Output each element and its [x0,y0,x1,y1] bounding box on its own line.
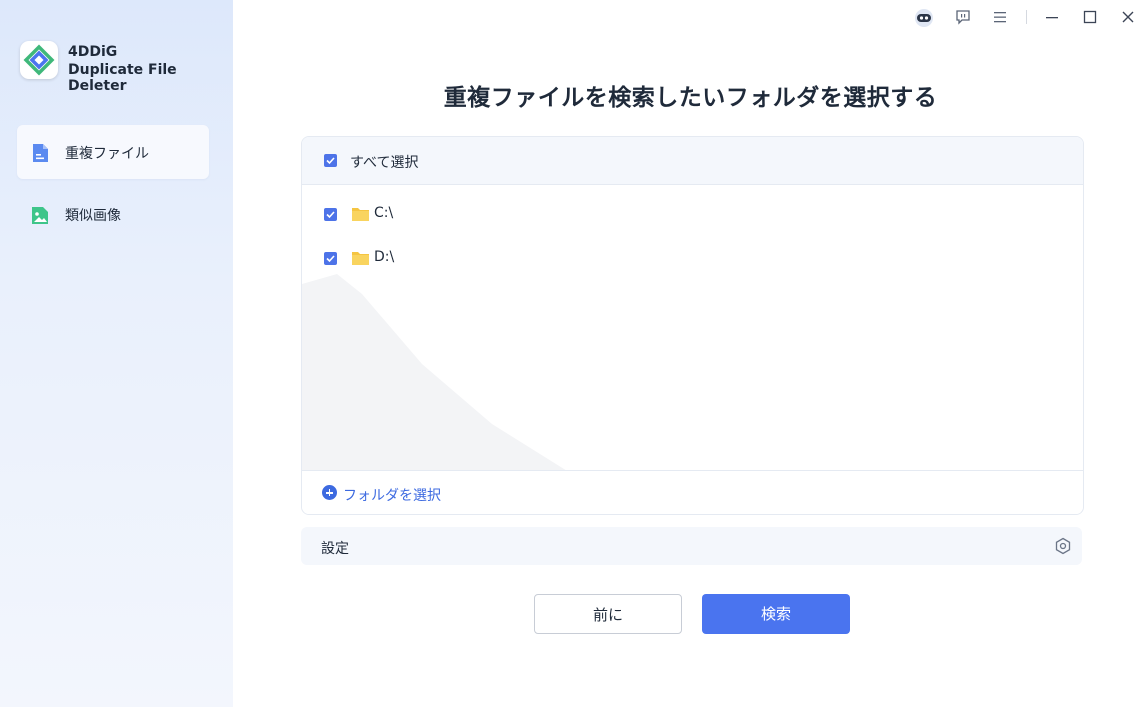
gear-icon[interactable] [1054,537,1072,555]
page-title: 重複ファイルを検索したいフォルダを選択する [443,85,938,111]
folder-path: D:\ [374,249,395,265]
sidebar-item-label: 類似画像 [65,208,121,224]
sidebar-item-duplicate-files[interactable]: 重複ファイル [17,125,209,179]
folder-path: C:\ [374,205,394,221]
maximize-icon[interactable] [1083,9,1101,27]
robot-icon[interactable] [913,9,935,27]
settings-bar[interactable]: 設定 [301,527,1082,565]
sidebar: 4DDiG Duplicate File Deleter 重複ファイル 類似画像 [0,0,233,707]
titlebar-divider [1026,10,1027,24]
select-all-label: すべて選択 [350,155,419,171]
add-folder-button[interactable]: フォルダを選択 [302,470,1083,514]
image-icon [31,205,49,225]
app-name: 4DDiG [68,44,118,60]
feedback-icon[interactable] [955,9,973,27]
settings-label: 設定 [321,541,349,557]
plus-circle-icon [322,485,337,500]
document-icon [31,143,49,163]
add-folder-label: フォルダを選択 [343,488,441,504]
search-button[interactable]: 検索 [702,594,850,634]
sidebar-item-similar-images[interactable]: 類似画像 [17,187,209,241]
folder-icon [352,206,369,221]
folder-icon [352,250,369,265]
app-logo [20,41,58,79]
folder-checkbox[interactable] [324,208,337,221]
select-all-checkbox[interactable] [324,154,337,167]
minimize-icon[interactable] [1045,9,1063,27]
folder-list-panel: すべて選択 C:\ D:\ フォルダを選択 [301,136,1084,515]
sidebar-item-label: 重複ファイル [65,146,149,162]
menu-icon[interactable] [993,9,1011,27]
select-all-row[interactable]: すべて選択 [302,137,1083,185]
folder-checkbox[interactable] [324,252,337,265]
background-decoration [302,274,572,474]
prev-button[interactable]: 前に [534,594,682,634]
app-subtitle: Duplicate File Deleter [68,62,177,94]
close-icon[interactable] [1121,9,1139,27]
